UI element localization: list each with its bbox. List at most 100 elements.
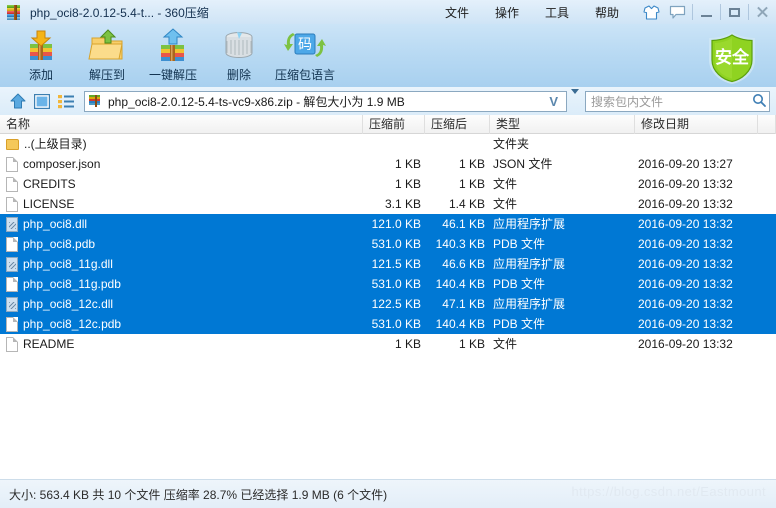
size-after-cell: 47.1 KB	[442, 297, 485, 311]
size-after-cell: 1 KB	[458, 177, 485, 191]
feedback-icon[interactable]	[664, 2, 690, 22]
size-before-cell: 1 KB	[394, 177, 421, 191]
close-icon	[756, 6, 769, 19]
file-name-cell: php_oci8_12c.dll	[6, 294, 113, 314]
modified-date-cell: 2016-09-20 13:32	[638, 217, 733, 231]
minimize-icon	[700, 14, 712, 17]
modified-date-cell: 2016-09-20 13:32	[638, 197, 733, 211]
file-icon	[6, 156, 18, 172]
size-before-cell	[363, 134, 421, 154]
size-after-cell: 140.4 KB	[435, 317, 485, 331]
size-before-cell: 1 KB	[394, 157, 421, 171]
size-before-cell: 3.1 KB	[384, 197, 421, 211]
size-after-cell: 46.6 KB	[442, 257, 485, 271]
file-type-cell: 文件	[493, 337, 518, 351]
modified-date-cell: 2016-09-20 13:32	[638, 277, 733, 291]
file-row[interactable]: composer.json 1 KB 1 KB JSON 文件 2016-09-20 1…	[0, 154, 776, 174]
file-name-text: php_oci8_12c.dll	[23, 297, 114, 311]
modified-date-cell: 2016-09-20 13:32	[638, 317, 733, 331]
toolbar-add[interactable]: 添加	[8, 24, 74, 86]
toolbar-archive-language[interactable]: 码 压缩包语言	[272, 24, 338, 86]
file-row[interactable]: php_oci8_12c.dll 122.5 KB 47.1 KB 应用程序扩展 201…	[0, 294, 776, 314]
dll-file-icon	[6, 256, 18, 272]
menu-file[interactable]: 文件	[432, 1, 482, 24]
size-after-cell: 1.4 KB	[448, 197, 485, 211]
up-arrow-icon[interactable]	[6, 90, 30, 112]
list-view-icon[interactable]	[54, 90, 78, 112]
menu-bar: 文件 操作 工具 帮助	[432, 1, 632, 24]
dll-file-icon	[6, 216, 18, 232]
size-before-cell: 121.5 KB	[371, 257, 421, 271]
file-icon	[6, 336, 18, 352]
size-after-cell: 1 KB	[458, 337, 485, 351]
file-row[interactable]: LICENSE 3.1 KB 1.4 KB 文件 2016-09-20 13:32	[0, 194, 776, 214]
file-name-text: php_oci8_11g.pdb	[23, 277, 121, 291]
file-type-cell: PDB 文件	[493, 317, 546, 331]
skin-icon[interactable]	[638, 2, 664, 22]
column-header-date[interactable]: 修改日期	[635, 115, 758, 134]
file-type-cell: 文件	[493, 197, 518, 211]
maximize-button[interactable]	[720, 1, 748, 23]
toolbar-one-click-extract[interactable]: 一键解压	[140, 24, 206, 86]
modified-date-cell: 2016-09-20 13:27	[638, 157, 733, 171]
add-archive-icon	[21, 27, 61, 65]
minimize-button[interactable]	[692, 1, 720, 23]
folder-icon	[6, 138, 19, 150]
column-header-row: 名称 压缩前 压缩后 类型 修改日期	[0, 115, 776, 134]
size-after-cell: 46.1 KB	[442, 217, 485, 231]
file-row[interactable]: php_oci8_11g.dll 121.5 KB 46.6 KB 应用程序扩展 201…	[0, 254, 776, 274]
maximize-icon	[728, 7, 740, 17]
preview-pane-icon[interactable]	[30, 90, 54, 112]
watermark: https://blog.csdn.net/Eastmount	[571, 484, 766, 499]
file-name-text: php_oci8.dll	[23, 217, 88, 231]
file-list[interactable]: ..(上级目录) 文件夹 composer.json 1 KB 1 KB JSON 文件 2…	[0, 134, 776, 479]
file-row[interactable]: README 1 KB 1 KB 文件 2016-09-20 13:32	[0, 334, 776, 354]
file-row[interactable]: php_oci8_11g.pdb 531.0 KB 140.4 KB PDB 文件 20…	[0, 274, 776, 294]
column-header-type[interactable]: 类型	[490, 115, 635, 134]
size-before-cell: 1 KB	[394, 337, 421, 351]
close-button[interactable]	[748, 1, 776, 23]
menu-help[interactable]: 帮助	[582, 1, 632, 24]
safe-shield-icon[interactable]: 安全	[704, 30, 760, 86]
title-left: php_oci8-2.0.12-5.4-t... - 360压缩	[0, 4, 209, 21]
search-placeholder: 搜索包内文件	[591, 94, 664, 109]
file-name-text: ..(上级目录)	[24, 137, 87, 151]
column-header-pre[interactable]: 压缩前	[363, 115, 425, 134]
window-controls	[692, 1, 776, 23]
size-before-cell: 531.0 KB	[371, 317, 421, 331]
toolbar-extract-to[interactable]: 解压到	[74, 24, 140, 86]
file-row[interactable]: CREDITS 1 KB 1 KB 文件 2016-09-20 13:32	[0, 174, 776, 194]
address-bar[interactable]: php_oci8-2.0.12-5.4-ts-vc9-x86.zip - 解包大…	[84, 90, 567, 112]
column-header-name[interactable]: 名称	[0, 115, 363, 134]
extract-to-icon	[87, 27, 127, 65]
status-text: 大小: 563.4 KB 共 10 个文件 压缩率 28.7% 已经选择 1.9…	[9, 487, 388, 502]
file-row[interactable]: php_oci8.pdb 531.0 KB 140.3 KB PDB 文件 2016-0…	[0, 234, 776, 254]
address-dropdown-button[interactable]	[571, 89, 579, 108]
menu-tools[interactable]: 工具	[532, 1, 582, 24]
address-value: php_oci8-2.0.12-5.4-ts-vc9-x86.zip - 解包大…	[108, 94, 405, 109]
modified-date-cell: 2016-09-20 13:32	[638, 337, 733, 351]
modified-date-cell: 2016-09-20 13:32	[638, 257, 733, 271]
file-name-cell: README	[6, 334, 74, 354]
search-icon[interactable]	[752, 93, 766, 110]
menu-operation[interactable]: 操作	[482, 1, 532, 24]
column-header-post[interactable]: 压缩后	[425, 115, 490, 134]
file-row[interactable]: php_oci8_12c.pdb 531.0 KB 140.4 KB PDB 文件 20…	[0, 314, 776, 334]
column-header-spacer	[758, 115, 776, 134]
svg-text:码: 码	[298, 36, 312, 52]
navigation-bar: php_oci8-2.0.12-5.4-ts-vc9-x86.zip - 解包大…	[0, 87, 776, 115]
size-before-cell: 531.0 KB	[371, 277, 421, 291]
file-name-text: composer.json	[23, 157, 101, 171]
archive-icon	[7, 4, 24, 20]
file-row[interactable]: php_oci8.dll 121.0 KB 46.1 KB 应用程序扩展 2016-09…	[0, 214, 776, 234]
size-after-cell: 140.3 KB	[435, 237, 485, 251]
file-type-cell: JSON 文件	[493, 157, 553, 171]
file-name-text: LICENSE	[23, 197, 75, 211]
file-row[interactable]: ..(上级目录) 文件夹	[0, 134, 776, 154]
file-type-cell: PDB 文件	[493, 277, 546, 291]
toolbar-delete[interactable]: 删除	[206, 24, 272, 86]
file-icon	[6, 316, 18, 332]
file-name-cell: php_oci8_11g.dll	[6, 254, 113, 274]
toolbar-add-label: 添加	[28, 68, 53, 82]
search-box[interactable]: 搜索包内文件	[585, 90, 770, 112]
